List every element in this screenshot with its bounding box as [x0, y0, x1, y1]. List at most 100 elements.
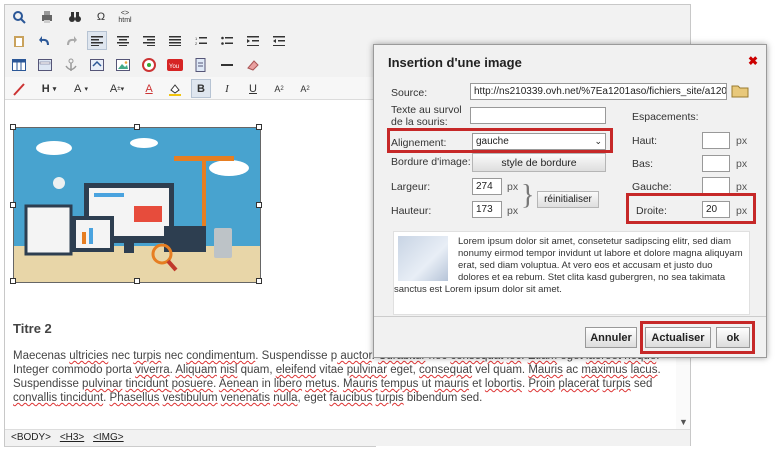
close-icon[interactable]: ✖: [748, 54, 758, 68]
folder-icon[interactable]: [731, 83, 749, 99]
misspelled-word: libero: [273, 378, 303, 390]
text-run: , eget: [297, 392, 330, 404]
inserted-image[interactable]: [10, 124, 262, 284]
toolbar-row-1: Ω <> html: [5, 5, 690, 30]
svg-text:You: You: [169, 64, 179, 70]
misspelled-word: placerat: [558, 378, 600, 390]
source-label: Source:: [391, 87, 428, 99]
text-color-button[interactable]: A: [139, 79, 159, 98]
redo-icon[interactable]: [61, 31, 81, 50]
outdent-icon[interactable]: [269, 31, 289, 50]
dialog-footer: Annuler Actualiser ok: [374, 316, 766, 357]
anchor-icon[interactable]: [61, 55, 81, 74]
table-icon[interactable]: [9, 55, 29, 74]
link-dimensions-brace: }: [521, 180, 535, 211]
horizontal-rule-icon[interactable]: [217, 55, 237, 74]
underline-button[interactable]: U: [243, 79, 263, 98]
align-justify-icon[interactable]: [165, 31, 185, 50]
status-tag-img[interactable]: <IMG>: [93, 432, 124, 443]
image-icon[interactable]: [113, 55, 133, 74]
html-label: html: [118, 16, 132, 24]
align-right-icon[interactable]: [139, 31, 159, 50]
chevron-down-icon: ▾: [84, 85, 88, 93]
search-icon[interactable]: [9, 7, 29, 26]
cancel-button[interactable]: Annuler: [585, 327, 637, 348]
chevron-down-icon: ▾: [52, 85, 57, 93]
resize-handle-t[interactable]: [134, 124, 140, 130]
source-label: <>: [120, 9, 130, 17]
scroll-down-icon[interactable]: ▼: [679, 417, 688, 427]
font-size-button[interactable]: A ± ▾: [103, 79, 131, 98]
image-insert-dialog: Insertion d'une image ✖ Source: http://n…: [373, 44, 767, 358]
form-icon[interactable]: [35, 55, 55, 74]
misspelled-word: turpis: [375, 392, 404, 404]
height-label: Hauteur:: [391, 205, 432, 217]
resize-handle-tr[interactable]: [256, 124, 262, 130]
file-icon[interactable]: [191, 55, 211, 74]
left-spacing-input[interactable]: [702, 177, 730, 194]
height-input[interactable]: 173: [472, 201, 502, 218]
hover-text-input[interactable]: [470, 107, 606, 124]
misspelled-word: lacus: [630, 364, 658, 376]
preview-image: [398, 236, 448, 281]
misspelled-word: tincidunt: [125, 378, 169, 390]
subscript-button[interactable]: A2: [295, 79, 315, 98]
misspelled-word: posuere: [168, 378, 214, 390]
status-tag-h3[interactable]: <H3>: [60, 432, 84, 443]
binoculars-icon[interactable]: [65, 7, 85, 26]
text-run: et: [468, 378, 485, 390]
link-icon[interactable]: [87, 55, 107, 74]
heading-titre-2: Titre 2: [13, 321, 52, 336]
misspelled-word: maximus: [581, 364, 628, 376]
media-icon[interactable]: [139, 55, 159, 74]
resize-handle-tl[interactable]: [10, 124, 16, 130]
resize-handle-l[interactable]: [10, 202, 16, 208]
border-style-button[interactable]: style de bordure: [472, 153, 606, 172]
align-left-icon[interactable]: [87, 31, 107, 50]
source-input[interactable]: http://ns210339.ovh.net/%7Ea1201aso/fich…: [470, 83, 727, 100]
text-run: in: [258, 378, 274, 390]
px-unit: px: [736, 135, 748, 147]
bold-button[interactable]: B: [191, 79, 211, 98]
text-run: ac: [562, 364, 582, 376]
width-label: Largeur:: [391, 181, 431, 193]
misspelled-word: turpis: [602, 378, 631, 390]
paste-icon[interactable]: [9, 31, 29, 50]
status-tag-body[interactable]: <BODY>: [11, 432, 51, 443]
reset-button[interactable]: réinitialiser: [537, 191, 599, 208]
italic-button[interactable]: I: [217, 79, 237, 98]
misspelled-word: mauris: [434, 378, 469, 390]
text-run: eget,: [387, 364, 419, 376]
superscript-button[interactable]: A2: [269, 79, 289, 98]
bottom-spacing-input[interactable]: [702, 155, 730, 172]
heading-button[interactable]: H ▾: [35, 79, 63, 98]
html-source-button[interactable]: <> html: [115, 7, 135, 26]
resize-handle-b[interactable]: [134, 278, 140, 284]
misspelled-word: Mauris: [528, 364, 563, 376]
ordered-list-icon[interactable]: 12: [191, 31, 211, 50]
resize-handle-bl[interactable]: [10, 278, 16, 284]
print-icon[interactable]: [37, 7, 57, 26]
special-char-button[interactable]: Ω: [91, 7, 111, 26]
resize-handle-r[interactable]: [256, 202, 262, 208]
misspelled-word: venenatis: [220, 392, 271, 404]
misspelled-word: nisl: [220, 364, 238, 376]
brush-icon[interactable]: [9, 79, 29, 98]
px-unit: px: [507, 205, 519, 217]
heading-label: H: [41, 82, 50, 95]
highlight-action-buttons: [640, 321, 755, 354]
width-input[interactable]: 274: [472, 178, 502, 195]
highlight-icon[interactable]: [165, 79, 185, 98]
text-run: bibendum sed.: [403, 392, 483, 404]
top-spacing-input[interactable]: [702, 132, 730, 149]
border-label: Bordure d'image:: [391, 156, 471, 168]
font-family-button[interactable]: A ▾: [67, 79, 95, 98]
align-center-icon[interactable]: [113, 31, 133, 50]
unordered-list-icon[interactable]: [217, 31, 237, 50]
misspelled-word: consequat: [419, 364, 473, 376]
undo-icon[interactable]: [35, 31, 55, 50]
indent-icon[interactable]: [243, 31, 263, 50]
eraser-icon[interactable]: [243, 55, 263, 74]
youtube-icon[interactable]: You: [165, 55, 185, 74]
resize-handle-br[interactable]: [256, 278, 262, 284]
